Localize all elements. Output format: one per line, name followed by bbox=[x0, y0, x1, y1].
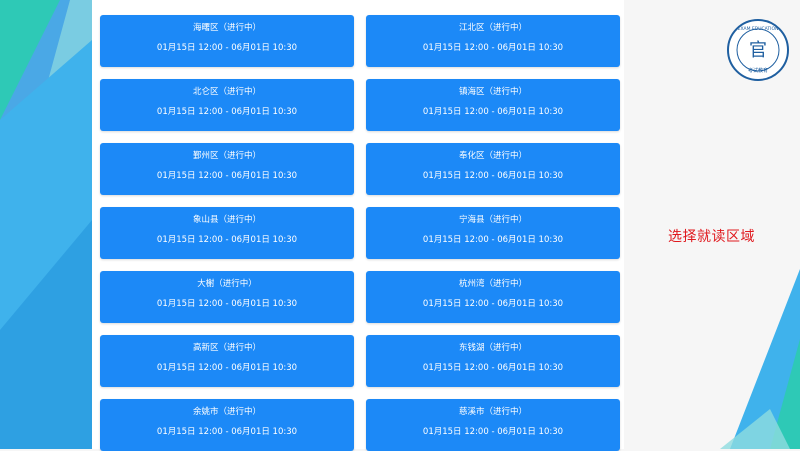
region-name: 镇海区（进行中） bbox=[458, 87, 527, 97]
region-name: 慈溪市（进行中） bbox=[458, 407, 527, 417]
region-time-range: 01月15日 12:00 - 06月01日 10:30 bbox=[422, 43, 564, 53]
education-logo: 官 考试教育 EXAM EDUCATION bbox=[726, 18, 790, 82]
region-time-range: 01月15日 12:00 - 06月01日 10:30 bbox=[156, 363, 298, 373]
logo-subtext: 考试教育 bbox=[748, 67, 768, 74]
region-time-range: 01月15日 12:00 - 06月01日 10:30 bbox=[422, 107, 564, 117]
region-time-range: 01月15日 12:00 - 06月01日 10:30 bbox=[156, 43, 298, 53]
region-card[interactable]: 奉化区（进行中） 01月15日 12:00 - 06月01日 10:30 bbox=[366, 143, 620, 195]
region-card[interactable]: 杭州湾（进行中） 01月15日 12:00 - 06月01日 10:30 bbox=[366, 271, 620, 323]
region-time-range: 01月15日 12:00 - 06月01日 10:30 bbox=[156, 299, 298, 309]
region-card[interactable]: 象山县（进行中） 01月15日 12:00 - 06月01日 10:30 bbox=[100, 207, 354, 259]
instruction-text: 选择就读区域 bbox=[668, 229, 755, 245]
region-time-range: 01月15日 12:00 - 06月01日 10:30 bbox=[156, 171, 298, 181]
region-name: 象山县（进行中） bbox=[192, 215, 261, 225]
region-name: 杭州湾（进行中） bbox=[458, 279, 527, 289]
region-time-range: 01月15日 12:00 - 06月01日 10:30 bbox=[422, 427, 564, 437]
region-name: 江北区（进行中） bbox=[458, 23, 527, 33]
region-name: 大榭（进行中） bbox=[197, 279, 257, 289]
left-decoration bbox=[0, 0, 92, 449]
region-card[interactable]: 大榭（进行中） 01月15日 12:00 - 06月01日 10:30 bbox=[100, 271, 354, 323]
region-card[interactable]: 宁海县（进行中） 01月15日 12:00 - 06月01日 10:30 bbox=[366, 207, 620, 259]
region-time-range: 01月15日 12:00 - 06月01日 10:30 bbox=[422, 171, 564, 181]
region-card[interactable]: 高新区（进行中） 01月15日 12:00 - 06月01日 10:30 bbox=[100, 335, 354, 387]
region-card[interactable]: 鄞州区（进行中） 01月15日 12:00 - 06月01日 10:30 bbox=[100, 143, 354, 195]
right-decoration bbox=[720, 269, 800, 449]
region-card[interactable]: 东钱湖（进行中） 01月15日 12:00 - 06月01日 10:30 bbox=[366, 335, 620, 387]
logo-ring-text: EXAM EDUCATION bbox=[738, 26, 779, 32]
region-name: 海曙区（进行中） bbox=[192, 23, 261, 33]
region-card[interactable]: 镇海区（进行中） 01月15日 12:00 - 06月01日 10:30 bbox=[366, 79, 620, 131]
logo-glyph: 官 bbox=[749, 40, 767, 61]
region-card[interactable]: 海曙区（进行中） 01月15日 12:00 - 06月01日 10:30 bbox=[100, 15, 354, 67]
region-card[interactable]: 江北区（进行中） 01月15日 12:00 - 06月01日 10:30 bbox=[366, 15, 620, 67]
region-time-range: 01月15日 12:00 - 06月01日 10:30 bbox=[156, 427, 298, 437]
region-card[interactable]: 北仑区（进行中） 01月15日 12:00 - 06月01日 10:30 bbox=[100, 79, 354, 131]
region-card[interactable]: 余姚市（进行中） 01月15日 12:00 - 06月01日 10:30 bbox=[100, 399, 354, 451]
region-name: 东钱湖（进行中） bbox=[458, 343, 527, 353]
region-name: 宁海县（进行中） bbox=[458, 215, 527, 225]
region-name: 北仑区（进行中） bbox=[192, 87, 261, 97]
region-time-range: 01月15日 12:00 - 06月01日 10:30 bbox=[156, 107, 298, 117]
region-time-range: 01月15日 12:00 - 06月01日 10:30 bbox=[422, 363, 564, 373]
region-name: 余姚市（进行中） bbox=[192, 407, 261, 417]
region-name: 奉化区（进行中） bbox=[458, 151, 527, 161]
region-name: 高新区（进行中） bbox=[192, 343, 261, 353]
region-card[interactable]: 慈溪市（进行中） 01月15日 12:00 - 06月01日 10:30 bbox=[366, 399, 620, 451]
region-time-range: 01月15日 12:00 - 06月01日 10:30 bbox=[156, 235, 298, 245]
region-time-range: 01月15日 12:00 - 06月01日 10:30 bbox=[422, 299, 564, 309]
region-time-range: 01月15日 12:00 - 06月01日 10:30 bbox=[422, 235, 564, 245]
region-name: 鄞州区（进行中） bbox=[192, 151, 261, 161]
